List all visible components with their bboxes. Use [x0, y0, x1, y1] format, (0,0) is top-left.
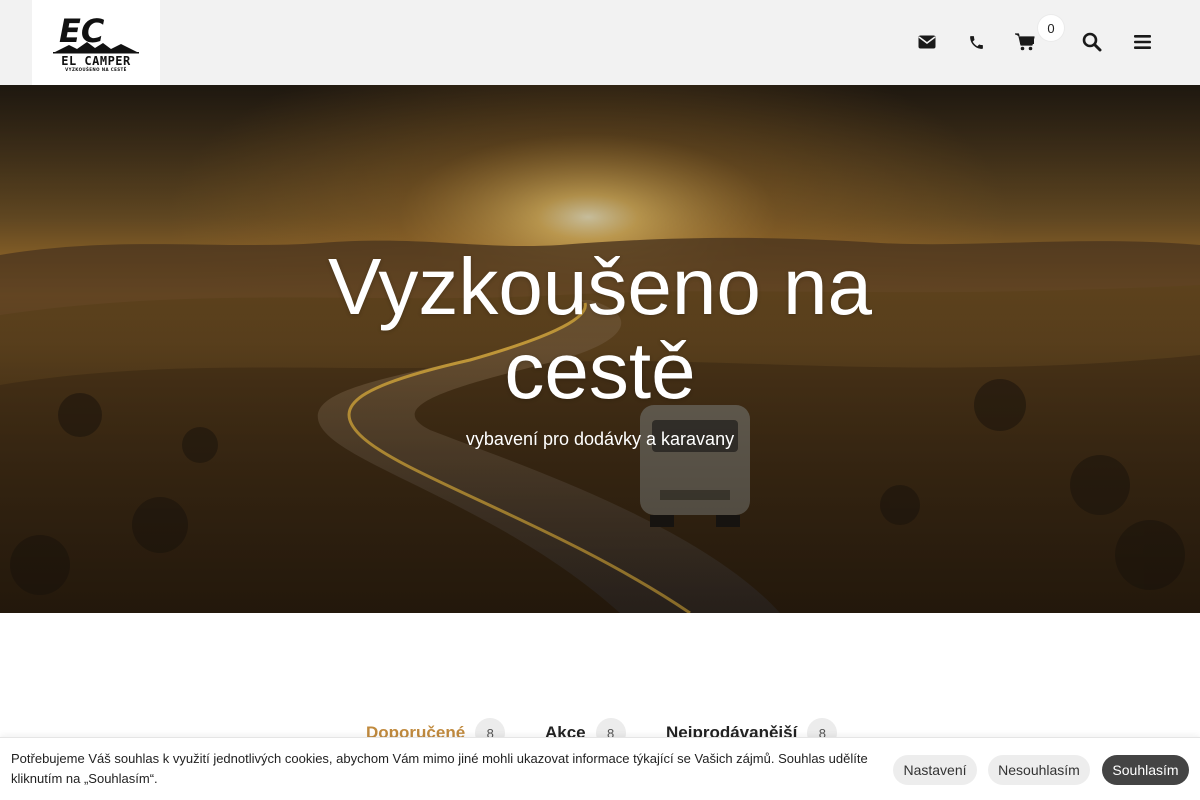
menu-icon[interactable] [1130, 30, 1154, 54]
cookie-accept-button[interactable]: Souhlasím [1102, 755, 1189, 785]
cart-icon[interactable] [1013, 30, 1037, 54]
hero-subtitle: vybavení pro dodávky a karavany [465, 429, 735, 449]
cart-count-badge[interactable]: 0 [1038, 15, 1064, 41]
logo-mark-icon: EC [53, 12, 139, 54]
cookie-settings-button[interactable]: Nastavení [893, 755, 977, 785]
cookie-consent-bar: Potřebujeme Váš souhlas k využití jednot… [0, 737, 1200, 800]
phone-icon[interactable] [964, 30, 988, 54]
search-icon[interactable] [1080, 30, 1104, 54]
hero-banner: Vyzkoušeno na cestě vybavení pro dodávky… [0, 85, 1200, 613]
svg-text:EC: EC [59, 12, 105, 50]
site-header: EC EL CAMPER VYZKOUŠENO NA CESTĚ 0 [0, 0, 1200, 85]
logo-tagline: VYZKOUŠENO NA CESTĚ [65, 67, 127, 72]
envelope-icon[interactable] [915, 30, 939, 54]
hero-title: Vyzkoušeno na cestě [327, 242, 873, 415]
cookie-reject-button[interactable]: Nesouhlasím [988, 755, 1090, 785]
cookie-consent-text: Potřebujeme Váš souhlas k využití jednot… [11, 751, 868, 786]
logo[interactable]: EC EL CAMPER VYZKOUŠENO NA CESTĚ [32, 0, 160, 85]
logo-brand-text: EL CAMPER [61, 54, 131, 68]
